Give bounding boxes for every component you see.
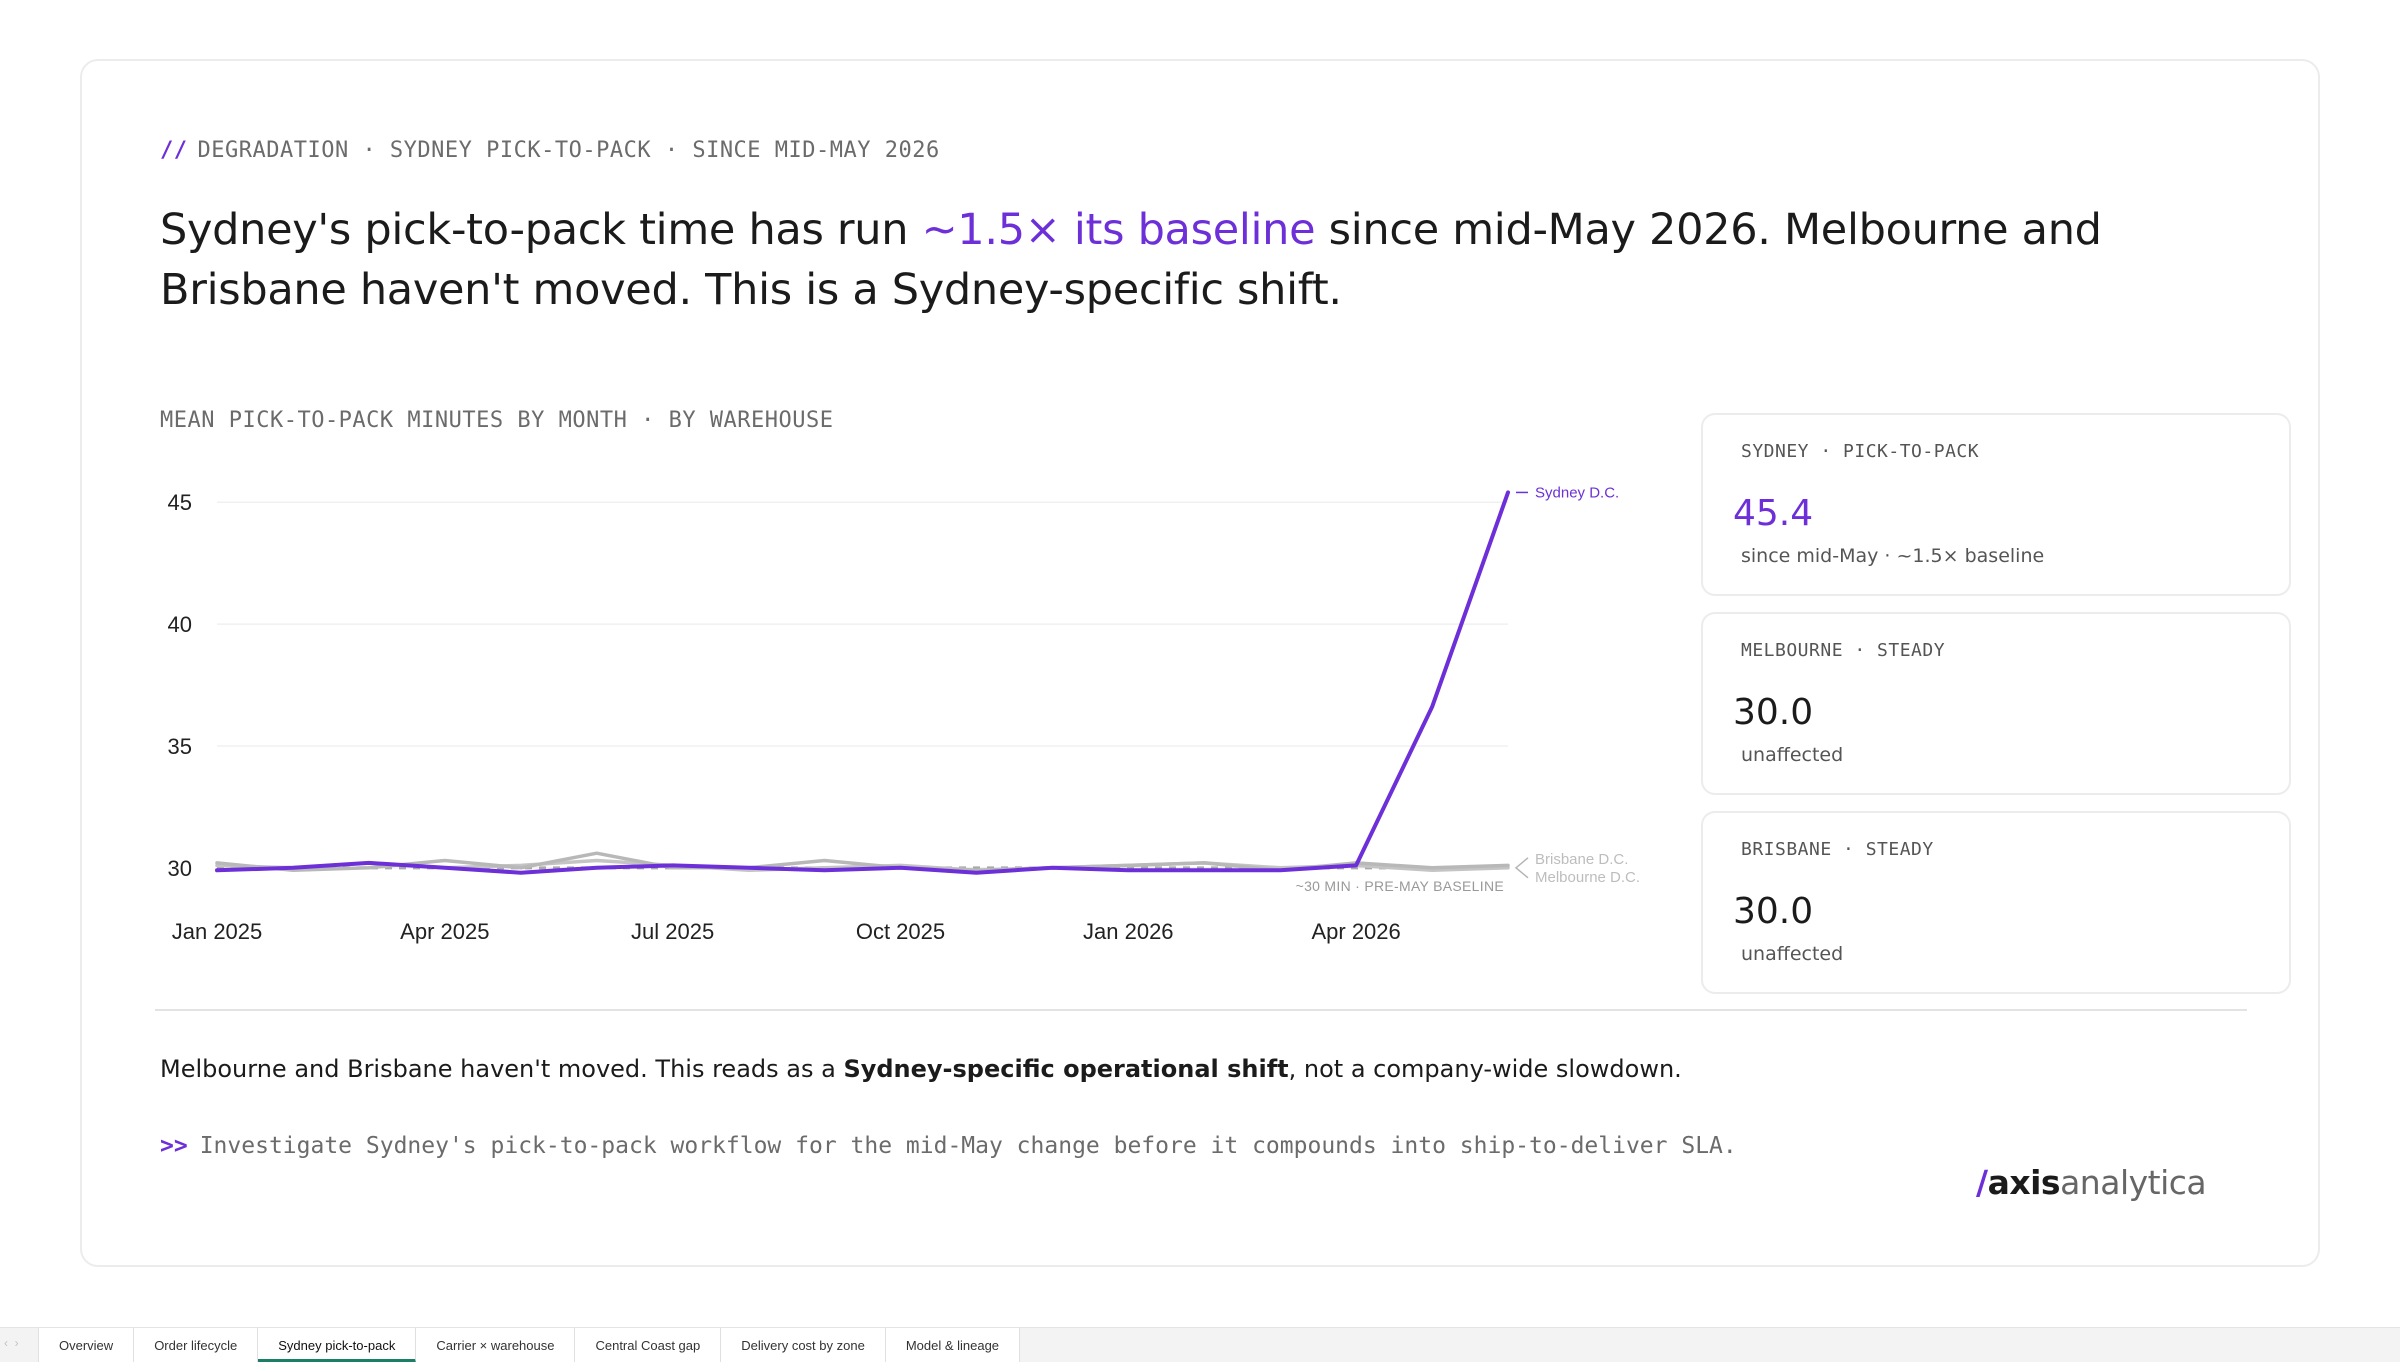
chart-title: MEAN PICK-TO-PACK MINUTES BY MONTH · BY … <box>160 408 834 433</box>
action-line: >> Investigate Sydney's pick-to-pack work… <box>160 1133 1737 1159</box>
note-before: Melbourne and Brisbane haven't moved. Th… <box>160 1055 844 1083</box>
line-chart: 30 35 40 45 Jan 2025 Apr 2025 Jul 2025 Oct 2025… <box>168 484 1641 944</box>
x-tick-label: Apr 2026 <box>1311 919 1400 944</box>
tab-order-lifecycle[interactable]: Order lifecycle <box>134 1328 259 1362</box>
kpi-label: MELBOURNE · STEADY <box>1741 640 1946 661</box>
next-tab-icon[interactable]: › <box>15 1336 19 1350</box>
brand-logo: /axisanalytica <box>1976 1163 2207 1202</box>
y-tick-label: 45 <box>168 490 192 515</box>
tab-nav: ‹ › <box>4 1336 19 1350</box>
kpi-value: 45.4 <box>1733 493 1814 534</box>
x-tick-label: Oct 2025 <box>856 919 945 944</box>
kpi-card-brisbane: BRISBANE · STEADY 30.0 unaffected <box>1701 811 2291 994</box>
x-tick-label: Jan 2025 <box>172 919 263 944</box>
kpi-value: 30.0 <box>1733 692 1814 733</box>
kpi-label: SYDNEY · PICK-TO-PACK <box>1741 441 1980 462</box>
y-tick-label: 35 <box>168 734 192 759</box>
prev-tab-icon[interactable]: ‹ <box>4 1336 8 1350</box>
eyebrow-slashes: // <box>160 138 188 163</box>
action-text: Investigate Sydney's pick-to-pack workfl… <box>199 1133 1737 1159</box>
x-tick-label: Apr 2025 <box>400 919 489 944</box>
sheet-tab-bar: ‹ › Overview Order lifecycle Sydney pick-t… <box>0 1327 2400 1362</box>
tab-list: Overview Order lifecycle Sydney pick-to-pa… <box>38 1328 1021 1362</box>
y-tick-label: 40 <box>168 612 192 637</box>
eyebrow-text: DEGRADATION · SYDNEY PICK-TO-PACK · SINC… <box>197 138 940 163</box>
kpi-card-melbourne: MELBOURNE · STEADY 30.0 unaffected <box>1701 612 2291 795</box>
tab-model-lineage[interactable]: Model & lineage <box>886 1328 1021 1362</box>
insight-note: Melbourne and Brisbane haven't moved. Th… <box>160 1055 1682 1083</box>
logo-part1: axis <box>1987 1163 2061 1202</box>
kpi-value: 30.0 <box>1733 891 1814 932</box>
logo-slash: / <box>1976 1163 1988 1202</box>
kpi-card-sydney: SYDNEY · PICK-TO-PACK 45.4 since mid-May… <box>1701 413 2291 596</box>
tab-sydney-pick-to-pack[interactable]: Sydney pick-to-pack <box>258 1328 417 1362</box>
tab-central-coast-gap[interactable]: Central Coast gap <box>575 1328 722 1362</box>
series-line-sydney-d-c <box>215 490 1510 875</box>
end-label-bracket <box>1514 857 1529 879</box>
x-tick-label: Jan 2026 <box>1083 919 1174 944</box>
note-after: , not a company-wide slowdown. <box>1288 1055 1682 1083</box>
kpi-sub: unaffected <box>1741 943 1844 965</box>
note-bold: Sydney-specific operational shift <box>843 1055 1289 1083</box>
prompt-icon: >> <box>160 1133 188 1159</box>
headline-before: Sydney's pick-to-pack time has run <box>160 205 922 255</box>
kpi-label: BRISBANE · STEADY <box>1741 839 1934 860</box>
x-tick-label: Jul 2025 <box>631 919 714 944</box>
kpi-sub: unaffected <box>1741 744 1844 766</box>
y-tick-label: 30 <box>168 856 192 881</box>
logo-part2: analytica <box>2060 1163 2207 1202</box>
headline-accent: ~1.5× its baseline <box>921 205 1316 255</box>
tab-overview[interactable]: Overview <box>38 1328 135 1362</box>
eyebrow: // DEGRADATION · SYDNEY PICK-TO-PACK · SI… <box>160 138 940 163</box>
baseline-label: ~30 MIN · PRE-MAY BASELINE <box>1296 878 1504 894</box>
tab-carrier-warehouse[interactable]: Carrier × warehouse <box>416 1328 576 1362</box>
series-label-sydney: Sydney D.C. <box>1535 484 1619 501</box>
series-label-melbourne: Melbourne D.C. <box>1535 869 1640 886</box>
tab-delivery-cost-by-zone[interactable]: Delivery cost by zone <box>721 1328 886 1362</box>
page-title: Sydney's pick-to-pack time has run ~1.5×… <box>160 200 2260 320</box>
series-label-brisbane: Brisbane D.C. <box>1535 851 1628 868</box>
kpi-sub: since mid-May · ~1.5× baseline <box>1741 545 2045 567</box>
divider <box>155 1009 2247 1011</box>
